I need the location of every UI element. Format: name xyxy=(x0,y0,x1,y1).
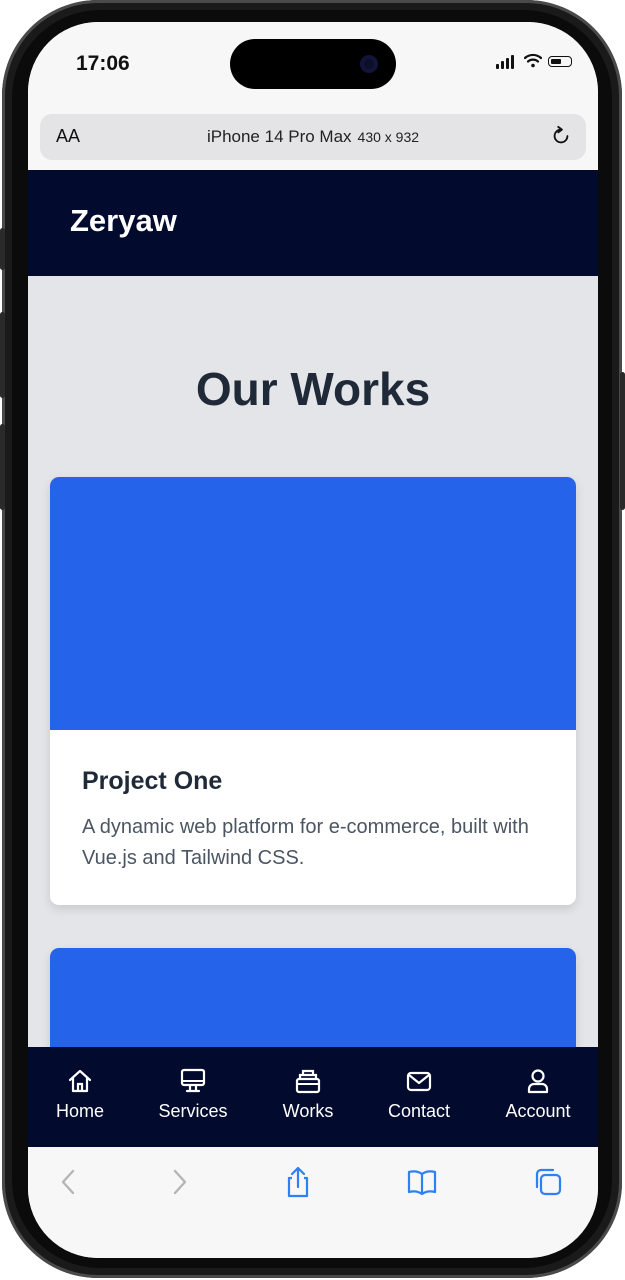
nav-item-works[interactable]: Works xyxy=(253,1067,363,1122)
volume-down-button xyxy=(0,424,5,510)
user-icon xyxy=(527,1069,549,1094)
nav-label: Account xyxy=(505,1101,571,1121)
site-header: Zeryaw xyxy=(28,170,598,276)
back-icon[interactable] xyxy=(52,1165,86,1199)
forward-icon[interactable] xyxy=(162,1165,196,1199)
project-card[interactable]: Project One A dynamic web platform for e… xyxy=(50,477,576,905)
power-button xyxy=(620,372,625,510)
phone-screen: 17:06 AA iPhone 14 Pro Max 430 x 932 Zery… xyxy=(28,22,598,1258)
project-description: A dynamic web platform for e-commerce, b… xyxy=(82,816,529,869)
wifi-icon xyxy=(524,53,542,68)
nav-item-home[interactable]: Home xyxy=(28,1067,135,1122)
works-section: Our Works Project One A dynamic web plat… xyxy=(28,276,598,1047)
share-icon[interactable] xyxy=(281,1165,315,1199)
bottom-navigation: Home Services Works Contact Account xyxy=(28,1047,598,1147)
bookmarks-icon[interactable] xyxy=(405,1165,439,1199)
browser-address-bar[interactable]: AA iPhone 14 Pro Max 430 x 932 xyxy=(40,114,586,160)
briefcase-icon xyxy=(295,1069,321,1094)
nav-item-account[interactable]: Account xyxy=(483,1067,593,1122)
page-title: Our Works xyxy=(195,363,431,415)
tabs-icon[interactable] xyxy=(531,1165,565,1199)
device-name: iPhone 14 Pro Max xyxy=(206,127,352,146)
device-dimensions: 430 x 932 xyxy=(357,129,420,145)
nav-label: Works xyxy=(282,1101,334,1121)
reload-icon[interactable] xyxy=(550,125,572,147)
nav-label: Services xyxy=(158,1101,228,1121)
project-image xyxy=(50,477,576,730)
project-title: Project One xyxy=(82,767,223,795)
browser-toolbar xyxy=(28,1147,598,1258)
device-label: iPhone 14 Pro Max 430 x 932 xyxy=(40,127,586,147)
status-bar: 17:06 xyxy=(28,22,598,110)
status-time: 17:06 xyxy=(76,52,130,75)
nav-label: Home xyxy=(55,1101,104,1121)
nav-item-contact[interactable]: Contact xyxy=(364,1067,474,1122)
volume-up-button xyxy=(0,312,5,398)
battery-icon xyxy=(548,56,572,67)
action-button xyxy=(0,228,5,270)
project-card[interactable] xyxy=(50,948,576,1047)
home-icon xyxy=(68,1069,92,1093)
camera-icon xyxy=(360,55,378,73)
signal-icon xyxy=(496,55,514,69)
monitor-icon xyxy=(180,1068,206,1093)
mail-icon xyxy=(406,1071,432,1092)
nav-label: Contact xyxy=(387,1101,451,1121)
nav-item-services[interactable]: Services xyxy=(138,1067,248,1122)
project-image xyxy=(50,948,576,1047)
site-logo[interactable]: Zeryaw xyxy=(70,203,177,239)
